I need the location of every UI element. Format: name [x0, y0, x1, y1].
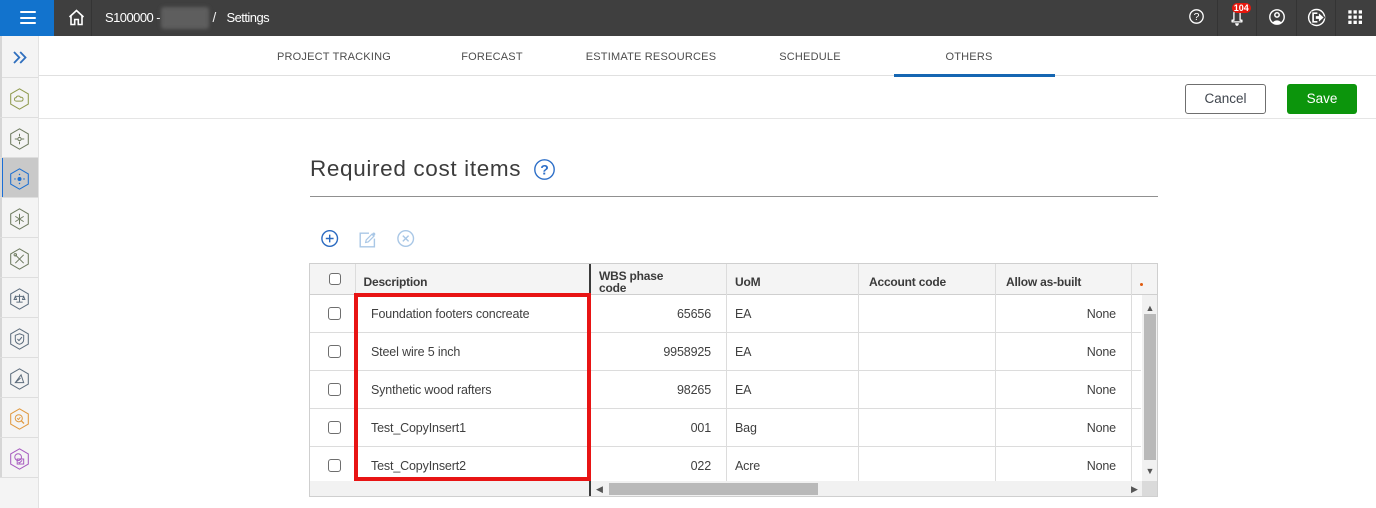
svg-text:?: ?	[1194, 11, 1200, 23]
svg-text:?: ?	[540, 162, 549, 178]
